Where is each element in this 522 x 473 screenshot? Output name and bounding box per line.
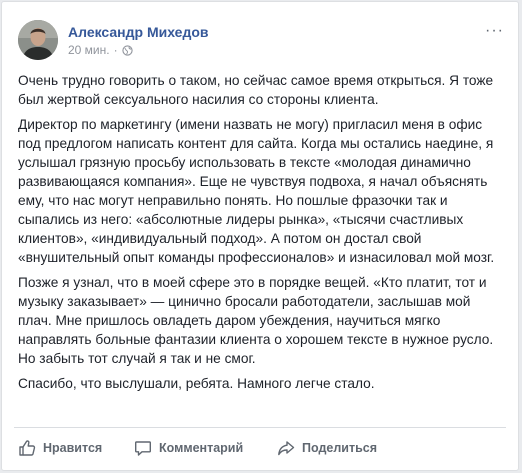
comment-icon	[135, 441, 151, 456]
post-paragraph: Очень трудно говорить о таком, но сейчас…	[18, 73, 494, 107]
comment-button[interactable]: Комментарий	[134, 439, 243, 457]
avatar-image	[18, 20, 58, 60]
post-paragraph: Директор по маркетингу (имени назвать не…	[18, 117, 495, 265]
post-card: Александр Михедов 20 мин. · ··· Очень тр…	[1, 1, 519, 471]
globe-icon[interactable]	[121, 44, 133, 56]
like-button[interactable]: Нравится	[18, 439, 102, 457]
actions-divider	[14, 427, 506, 428]
author-name[interactable]: Александр Михедов	[68, 24, 209, 40]
comment-label: Комментарий	[159, 441, 244, 455]
post-body: Очень трудно говорить о таком, но сейчас…	[18, 71, 506, 399]
like-label: Нравится	[43, 441, 103, 455]
more-options-icon[interactable]: ···	[485, 22, 504, 40]
share-arrow-icon	[278, 441, 295, 456]
post-actions: Нравится Комментарий Поделиться	[14, 432, 506, 464]
avatar[interactable]	[18, 20, 58, 60]
post-paragraph: Спасибо, что выслушали, ребята. Намного …	[18, 376, 375, 391]
post-header: Александр Михедов 20 мин. · ···	[18, 20, 504, 64]
share-button[interactable]: Поделиться	[277, 439, 377, 457]
post-paragraph: Позже я узнал, что в моей сфере это в по…	[18, 275, 494, 366]
share-label: Поделиться	[302, 441, 378, 455]
post-timestamp[interactable]: 20 мин.	[68, 43, 110, 57]
thumbs-up-icon	[19, 440, 36, 456]
meta-separator: ·	[113, 43, 118, 57]
post-meta: 20 мин. ·	[68, 43, 133, 57]
